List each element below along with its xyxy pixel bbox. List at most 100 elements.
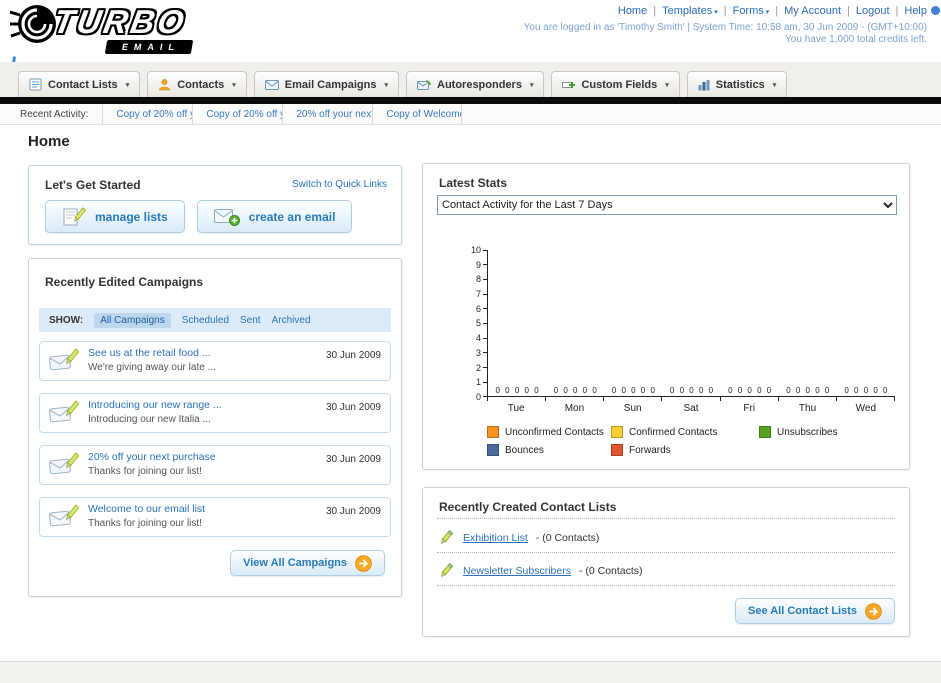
recent-activity-item[interactable]: 20% off your next <box>282 104 372 124</box>
campaign-row[interactable]: See us at the retail food ... We're givi… <box>39 341 391 381</box>
view-all-campaigns-label: View All Campaigns <box>243 557 347 569</box>
logo: TURBO EMAIL <box>9 3 260 59</box>
campaign-row[interactable]: 20% off your next purchase Thanks for jo… <box>39 445 391 485</box>
create-email-button[interactable]: create an email <box>196 200 353 233</box>
chart-y-tick-label: 5 <box>475 318 481 329</box>
top-link-home[interactable]: Home <box>618 5 647 17</box>
chart-x-tick-mark <box>835 397 895 401</box>
campaign-row[interactable]: Introducing our new range ... Introducin… <box>39 393 391 433</box>
logo-swoosh-icon <box>9 5 56 43</box>
chart-y-tick: 8 <box>443 274 487 284</box>
campaign-title-link[interactable]: 20% off your next purchase <box>88 450 317 465</box>
campaign-title-link[interactable]: Introducing our new range ... <box>88 398 317 413</box>
tab-custom-fields[interactable]: Custom Fields ▾ <box>551 71 680 97</box>
top-link-logout[interactable]: Logout <box>856 5 890 17</box>
help-icon[interactable] <box>931 6 940 15</box>
chart-zero-values: 0 0 0 0 0 <box>669 386 714 395</box>
top-link-help[interactable]: Help <box>904 5 927 17</box>
login-info: You are logged in as 'Timothy Smith' | S… <box>523 22 927 33</box>
manage-lists-icon <box>63 206 86 225</box>
chart-y-axis: 10 9 8 7 6 5 4 3 2 1 0 <box>443 245 487 402</box>
chart-x-tick-mark <box>661 397 719 401</box>
filter-scheduled[interactable]: Scheduled <box>182 315 229 326</box>
contact-list-link[interactable]: Exhibition List <box>463 532 528 544</box>
contacts-icon <box>159 79 171 91</box>
chart-y-tick: 1 <box>443 377 487 387</box>
filter-sent[interactable]: Sent <box>240 315 261 326</box>
view-all-campaigns-button[interactable]: View All Campaigns <box>230 550 385 576</box>
chart-value-labels: 0 0 0 0 0 0 0 0 0 0 0 0 0 0 0 0 0 0 0 0 0 0 … <box>488 386 895 395</box>
chart-x-ticks <box>487 397 895 401</box>
dropdown-arrow-icon: ▾ <box>384 81 388 89</box>
stats-activity-select[interactable]: Contact Activity for the Last 7 Days <box>437 195 897 215</box>
recent-activity-item[interactable]: Copy of 20% off yo <box>102 104 192 124</box>
tab-contacts[interactable]: Contacts ▾ <box>147 71 247 97</box>
see-all-contact-lists-label: See All Contact Lists <box>747 605 857 617</box>
tab-autoresponders[interactable]: Autoresponders ▾ <box>406 71 545 97</box>
recent-activity-item[interactable]: Copy of 20% off yo <box>192 104 282 124</box>
tab-label: Contacts <box>177 78 225 91</box>
chart-x-label: Wed <box>855 403 877 414</box>
chart-zero-values: 0 0 0 0 0 <box>611 386 655 395</box>
campaign-date: 30 Jun 2009 <box>325 454 381 465</box>
manage-lists-button[interactable]: manage lists <box>45 200 185 233</box>
tab-contact-lists[interactable]: Contact Lists ▾ <box>18 71 141 97</box>
campaign-title-link[interactable]: See us at the retail food ... <box>88 346 317 361</box>
main-nav: Contact Lists ▾ Contacts ▾ Email Campaigns… <box>0 62 941 97</box>
get-started-title: Let's Get Started <box>45 178 141 192</box>
get-started-buttons: manage lists create an email <box>45 200 353 233</box>
campaign-subtitle: Introducing our new Italia ... <box>88 414 211 426</box>
campaign-date: 30 Jun 2009 <box>325 506 381 517</box>
contact-list-link[interactable]: Newsletter Subscribers <box>463 565 571 577</box>
chart-x-tick-mark <box>777 397 836 401</box>
filter-all-campaigns[interactable]: All Campaigns <box>94 312 171 328</box>
campaign-title-link[interactable]: Welcome to our email list <box>88 502 317 517</box>
create-email-label: create an email <box>248 209 336 224</box>
recent-activity-item[interactable]: Copy of Welcome to <box>372 104 463 124</box>
chart-zero-values: 0 0 0 0 0 <box>786 386 830 395</box>
chart-zero-values: 0 0 0 0 0 <box>844 386 888 395</box>
tab-label: Autoresponders <box>437 78 522 91</box>
tab-label: Contact Lists <box>48 78 118 91</box>
create-email-icon <box>213 208 240 226</box>
contact-list-count: - (0 Contacts) <box>535 532 600 544</box>
tab-label: Email Campaigns <box>284 78 377 91</box>
chart-y-tick-label: 8 <box>475 274 481 285</box>
legend-swatch <box>611 426 623 438</box>
arrow-circle-icon <box>355 554 372 572</box>
chart-legend: Unconfirmed Contacts Confirmed Contacts Un… <box>487 426 838 456</box>
top-link-my-account[interactable]: My Account <box>784 5 841 17</box>
legend-item: Confirmed Contacts <box>611 426 759 438</box>
tab-statistics[interactable]: Statistics ▾ <box>686 71 788 97</box>
legend-item: Forwards <box>611 444 759 456</box>
top-link-templates[interactable]: Templates ▾ <box>662 5 718 17</box>
top-link-forms[interactable]: Forms ▾ <box>733 5 770 17</box>
dropdown-arrow-icon: ▾ <box>765 9 770 16</box>
dropdown-arrow-icon: ▾ <box>529 81 534 89</box>
email-campaigns-icon <box>264 79 279 90</box>
latest-stats-panel: Latest Stats Contact Activity for the La… <box>422 163 910 470</box>
legend-item: Unsubscribes <box>759 426 838 438</box>
contact-list-row: Exhibition List - (0 Contacts) <box>437 525 895 551</box>
chart-y-tick-label: 1 <box>475 377 481 388</box>
campaign-date: 30 Jun 2009 <box>325 350 381 361</box>
switch-to-quick-links[interactable]: Switch to Quick Links <box>292 179 387 190</box>
header: TURBO EMAIL Home | Templates ▾ | Forms ▾ |… <box>0 0 941 108</box>
chart-x-label: Sat <box>683 403 699 414</box>
campaign-row[interactable]: Welcome to our email list Thanks for joi… <box>39 497 391 537</box>
legend-swatch <box>759 426 771 438</box>
chart-x-label: Mon <box>564 403 585 414</box>
tab-email-campaigns[interactable]: Email Campaigns ▾ <box>253 71 399 97</box>
filter-archived[interactable]: Archived <box>272 315 311 326</box>
legend-swatch <box>487 444 499 456</box>
chart-plot-area: 0 0 0 0 0 0 0 0 0 0 0 0 0 0 0 0 0 0 0 0 0 0 … <box>487 250 895 397</box>
chart-x-tick-mark <box>603 397 661 401</box>
dropdown-arrow-icon: ▾ <box>772 81 777 89</box>
campaign-text: Introducing our new range ... Introducin… <box>88 398 317 428</box>
pencil-icon <box>440 563 454 578</box>
contact-list-count: - (0 Contacts) <box>578 565 643 577</box>
chart-x-tick-mark <box>545 397 603 401</box>
legend-label: Forwards <box>629 444 671 456</box>
see-all-contact-lists-button[interactable]: See All Contact Lists <box>734 598 895 624</box>
divider-bar <box>0 97 941 104</box>
